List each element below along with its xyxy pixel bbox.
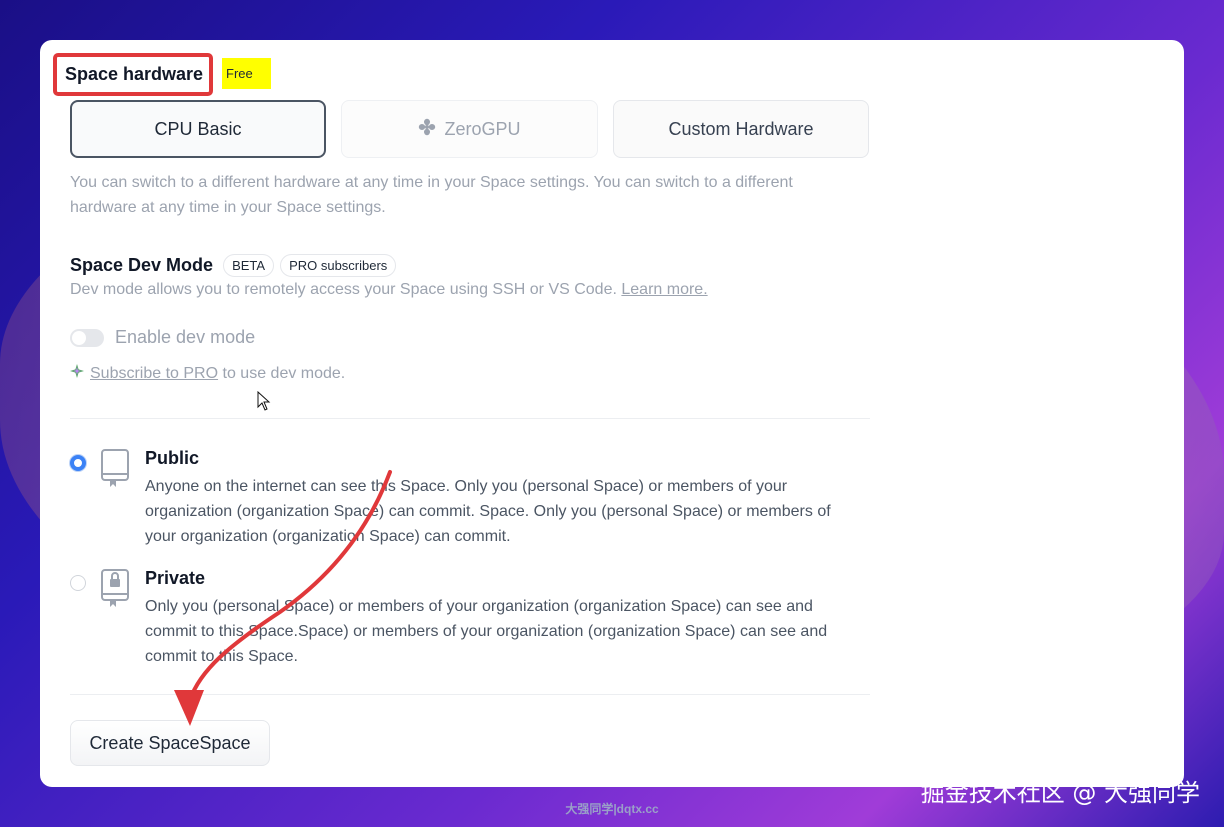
hardware-heading-highlight: Space hardware <box>53 53 214 96</box>
dev-mode-toggle[interactable] <box>70 328 104 347</box>
private-repo-icon <box>100 567 130 607</box>
section-divider <box>70 694 870 695</box>
public-title: Public <box>145 448 200 468</box>
private-description: Only you (personal Space) or members of … <box>145 598 828 665</box>
hardware-option-label: CPU Basic <box>154 118 242 139</box>
hardware-option-label: ZeroGPU <box>444 118 521 139</box>
learn-more-link[interactable]: Learn more. <box>621 281 707 298</box>
dev-mode-toggle-label: Enable dev mode <box>115 327 256 347</box>
dev-mode-toggle-row: Enable dev mode <box>70 327 255 348</box>
private-radio[interactable] <box>70 575 86 591</box>
dev-mode-header: Space Dev Mode BETA PRO subscribers <box>70 254 402 277</box>
settings-panel: Space hardware Free CPU Basic ZeroGPU Cu… <box>40 40 1184 787</box>
free-badge: Free <box>222 58 271 89</box>
hardware-option-cpu-basic[interactable]: CPU Basic <box>70 100 326 158</box>
hardware-option-label: Custom Hardware <box>668 118 814 139</box>
public-radio[interactable] <box>70 455 86 471</box>
beta-pill: BETA <box>223 254 275 277</box>
dev-mode-description-text: Dev mode allows you to remotely access y… <box>70 281 617 298</box>
create-space-button[interactable]: Create SpaceSpace <box>70 720 270 766</box>
dev-mode-title: Space Dev Mode <box>70 255 214 275</box>
public-description: Anyone on the internet can see this Spac… <box>145 478 831 545</box>
subscribe-pro-row: Subscribe to PRO to use dev mode. <box>70 364 345 383</box>
subscribe-pro-link[interactable]: Subscribe to PRO <box>90 365 218 383</box>
fan-icon <box>418 118 436 141</box>
hardware-option-custom-hardware[interactable]: Custom Hardware <box>613 100 869 158</box>
subscribe-pro-rest: to use dev mode. <box>218 364 346 382</box>
section-divider <box>70 418 870 419</box>
dev-mode-description: Dev mode allows you to remotely access y… <box>70 281 708 299</box>
repo-icon <box>100 447 130 487</box>
mouse-cursor-icon <box>257 390 271 416</box>
watermark-right: 掘金技术社区 @ 大强同学 <box>920 779 1200 807</box>
private-title: Private <box>145 568 206 588</box>
sparkle-icon <box>70 364 84 383</box>
hardware-help-text: You can switch to a different hardware a… <box>70 174 793 216</box>
pro-subscribers-pill: PRO subscribers <box>280 254 397 277</box>
hardware-heading: Space hardware <box>65 64 204 84</box>
hardware-option-zerogpu[interactable]: ZeroGPU <box>341 100 598 158</box>
